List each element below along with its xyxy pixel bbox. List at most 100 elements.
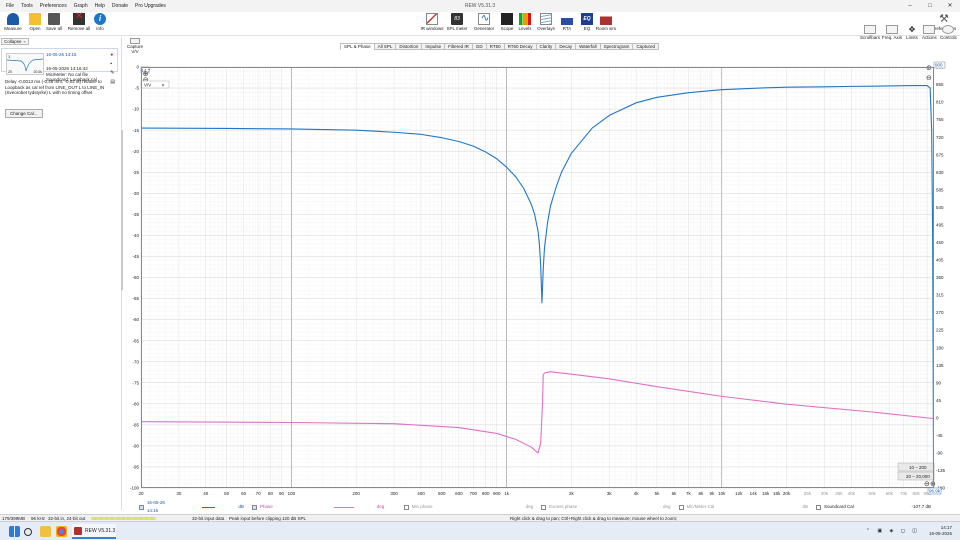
tab-rt60[interactable]: RT60 xyxy=(485,43,505,50)
save-all-button[interactable]: Save all xyxy=(41,13,67,31)
legend-measurement[interactable]: 16-05-26 14:16 xyxy=(139,499,176,515)
legend-checkbox-mic-cal[interactable] xyxy=(678,504,684,510)
tab-filtered-ir[interactable]: Filtered IR xyxy=(444,43,473,50)
tab-waterfall[interactable]: Waterfall xyxy=(575,43,601,50)
legend-checkbox-measurement[interactable] xyxy=(139,504,144,510)
menu-graph[interactable]: Graph xyxy=(74,1,88,11)
menu-pro-upgrades[interactable]: Pro Upgrades xyxy=(135,1,166,11)
menu-preferences[interactable]: Preferences xyxy=(40,1,67,11)
edit-icon[interactable]: ✎ xyxy=(110,70,115,76)
collapse-button[interactable]: Collapse « xyxy=(1,38,29,45)
actions-icon xyxy=(923,25,936,34)
measurement-note: Delay -0,0013 ms (-0,46 mm, -0,02 in) re… xyxy=(5,79,105,95)
tab-captured[interactable]: Captured xyxy=(632,43,659,50)
spl-meter-label: SPL meter xyxy=(446,26,468,31)
info-button[interactable]: i Info xyxy=(87,13,113,31)
legend-checkbox-excess-phase[interactable] xyxy=(541,504,547,510)
graph-tabs: SPL & Phase All SPL Distortion Impulse F… xyxy=(340,43,659,50)
menu-file[interactable]: File xyxy=(6,1,14,11)
legend-checkbox-min-phase[interactable] xyxy=(403,504,409,510)
legend-soundcard-cal-name: Soundcard Cal xyxy=(823,504,854,509)
save-measurement-icon[interactable]: ▪ xyxy=(110,61,115,67)
menu-bar: File Tools Preferences Graph Help Donate… xyxy=(0,1,166,11)
folder-icon xyxy=(29,13,41,25)
limits-button[interactable]: ✥ Limits xyxy=(906,25,918,40)
eq-icon: EQ xyxy=(581,13,593,25)
legend-soundcard-cal[interactable]: Soundcard Cal -107,7 dB xyxy=(815,503,931,511)
legend-min-phase[interactable]: Min phase deg xyxy=(403,503,533,511)
controls-button[interactable]: Controls xyxy=(940,25,957,40)
menu-help[interactable]: Help xyxy=(95,1,105,11)
x-tick-label: 70 xyxy=(256,491,262,496)
menu-tools[interactable]: Tools xyxy=(21,1,33,11)
remove-measurement-icon[interactable]: ● xyxy=(110,52,115,58)
tab-decay[interactable]: Decay xyxy=(555,43,577,50)
measurement-thumbnail: 1 20 20.0k xyxy=(6,53,44,75)
wrench-icon: ⚒ xyxy=(939,13,949,25)
legend-checkbox-phase[interactable] xyxy=(251,504,257,510)
tab-distortion[interactable]: Distortion xyxy=(395,43,423,50)
minimize-button[interactable]: – xyxy=(900,0,920,12)
taskbar-rew-app[interactable]: REW V5.31.3 xyxy=(72,524,116,539)
change-cal-button[interactable]: Change Cal... xyxy=(5,109,43,118)
controls-label: Controls xyxy=(940,35,957,40)
actions-button[interactable]: Actions xyxy=(922,25,937,40)
panel-scrollbar[interactable] xyxy=(121,130,123,290)
y2-tick-label: 135 xyxy=(936,363,944,368)
main-toolbar: Measure Open Save all Remove all iInfo I… xyxy=(0,11,960,36)
measurement-name[interactable]: 16-05-26 14:16 xyxy=(46,52,77,57)
y-tick-label: 0 xyxy=(136,65,139,70)
tab-all-spl[interactable]: All SPL xyxy=(373,43,397,50)
legend-checkbox-soundcard-cal[interactable] xyxy=(815,504,821,510)
x-tick-label: 90 xyxy=(279,491,285,496)
x-tick-label: 20 xyxy=(138,491,144,496)
tab-spectrogram[interactable]: Spectrogram xyxy=(599,43,634,50)
maximize-button[interactable]: □ xyxy=(920,0,940,12)
y2-tick-label: 630 xyxy=(936,170,944,175)
x-tick-label: 12k xyxy=(735,491,743,496)
x-tick-label: 30k xyxy=(821,491,829,496)
legend-mic-cal-unit: dB xyxy=(802,504,808,509)
ir-windows-button[interactable]: IR windows xyxy=(419,13,445,31)
tab-clarity[interactable]: Clarity xyxy=(535,43,557,50)
room-sim-icon xyxy=(600,13,612,25)
x-tick-label: 300 xyxy=(390,491,398,496)
y-tick-label: -65 xyxy=(132,338,139,343)
freq-axis-button[interactable]: Freq. Axis xyxy=(882,25,902,40)
y2-tick-label: 585 xyxy=(936,187,944,192)
legend-measurement-line: dB xyxy=(184,503,244,511)
legend-measurement-unit: dB xyxy=(238,504,244,509)
x-tick-label: 70k xyxy=(900,491,908,496)
system-tray[interactable]: ⌃ ▣ ◈ ◻ ◫ xyxy=(866,528,920,534)
windows-start-icon[interactable] xyxy=(9,526,20,537)
windows-taskbar: REW V5.31.3 ⌃ ▣ ◈ ◻ ◫ 14:17 16-05-2026 xyxy=(0,521,960,540)
close-button[interactable]: ✕ xyxy=(940,0,960,12)
search-icon[interactable] xyxy=(24,528,32,536)
file-explorer-icon[interactable] xyxy=(40,526,51,537)
taskbar-clock[interactable]: 14:17 16-05-2026 xyxy=(929,525,952,537)
chrome-icon[interactable] xyxy=(56,526,67,537)
tab-spl-phase[interactable]: SPL & Phase xyxy=(340,43,375,50)
x-tick-label: 80k xyxy=(912,491,920,496)
room-sim-button[interactable]: Room sim xyxy=(593,13,619,31)
tab-gd[interactable]: GD xyxy=(471,43,487,50)
open-label: Open xyxy=(29,26,41,31)
legend-mic-cal[interactable]: Mic/Meter Cal dB xyxy=(678,503,808,511)
scrollbars-button[interactable]: Scrollbars xyxy=(860,25,880,40)
x-tick-label: 700 xyxy=(469,491,477,496)
rew-window: REW V5.31.3 – □ ✕ File Tools Preferences… xyxy=(0,0,960,540)
double-chevron-left-icon: « xyxy=(23,39,26,44)
spl-meter-icon: 83 xyxy=(451,13,463,25)
tab-rt60-decay[interactable]: RT60 Decay xyxy=(503,43,537,50)
x-tick-label: 600 xyxy=(455,491,463,496)
y-tick-label: -50 xyxy=(132,275,139,280)
menu-donate[interactable]: Donate xyxy=(112,1,128,11)
y2-tick-label: 90 xyxy=(936,380,942,385)
measurement-item[interactable]: 1 20 20.0k 16-05-26 14:16 16-05-2026 14:… xyxy=(1,48,118,85)
legend-excess-phase[interactable]: Excess phase deg xyxy=(541,503,671,511)
legend-phase[interactable]: Phase deg xyxy=(251,503,396,511)
spl-meter-button[interactable]: 83 SPL meter xyxy=(444,13,470,31)
y2-tick-label: 720 xyxy=(936,135,944,140)
x-tick-label: 20k xyxy=(783,491,791,496)
tab-impulse[interactable]: Impulse xyxy=(421,43,446,50)
